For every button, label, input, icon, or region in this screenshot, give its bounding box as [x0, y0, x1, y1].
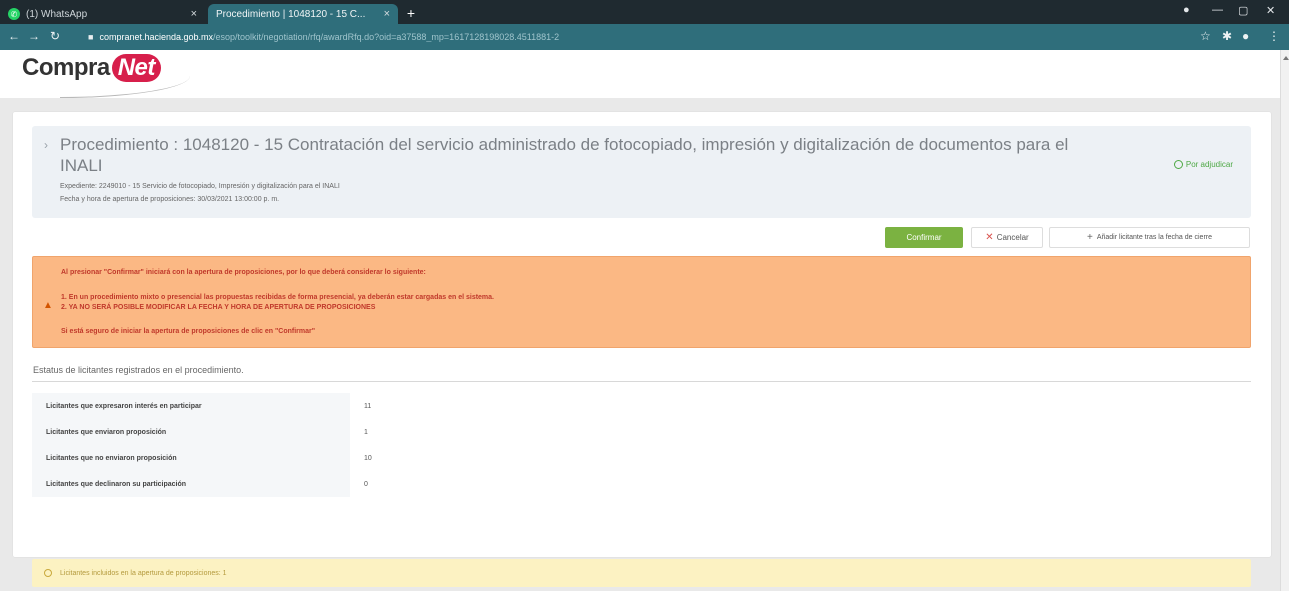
stats-table: Licitantes que expresaron interés en par…: [32, 393, 1251, 497]
logo-swoosh: [60, 76, 190, 98]
close-icon[interactable]: ×: [384, 8, 390, 20]
brand-header: Compra Net: [0, 50, 1280, 98]
row-value: 1: [364, 428, 368, 436]
row-value: 10: [364, 454, 372, 462]
window-close-icon[interactable]: ✕: [1266, 4, 1275, 17]
whatsapp-icon: ✆: [8, 8, 20, 20]
collapse-icon[interactable]: ›: [44, 138, 48, 152]
profile-icon[interactable]: ●: [1242, 29, 1249, 43]
warning-line: 2. YA NO SERÁ POSIBLE MODIFICAR LA FECHA…: [61, 304, 376, 311]
url-path: /esop/toolkit/negotiation/rfq/awardRfq.d…: [213, 31, 560, 42]
confirm-button[interactable]: Confirmar: [885, 227, 963, 248]
url-host: compranet.hacienda.gob.mx: [99, 31, 214, 42]
table-row: Licitantes que no enviaron proposición 1…: [32, 445, 1251, 471]
address-bar[interactable]: ■ compranet.hacienda.gob.mx /esop/toolki…: [88, 27, 1188, 46]
tab-whatsapp[interactable]: ✆ (1) WhatsApp ×: [0, 4, 205, 24]
row-label: Licitantes que expresaron interés en par…: [32, 393, 350, 419]
plus-icon: +: [1086, 232, 1093, 243]
fecha-apertura-text: Fecha y hora de apertura de proposicione…: [60, 196, 280, 203]
table-row: Licitantes que expresaron interés en par…: [32, 393, 1251, 419]
info-alert: Licitantes incluidos en la apertura de p…: [32, 559, 1251, 587]
row-label: Licitantes que enviaron proposición: [32, 419, 350, 445]
row-value: 0: [364, 480, 368, 488]
tab-label: (1) WhatsApp: [26, 8, 88, 20]
page-scrollbar[interactable]: [1280, 50, 1289, 591]
table-row: Licitantes que enviaron proposición 1: [32, 419, 1251, 445]
lock-icon: ■: [88, 31, 94, 42]
row-label: Licitantes que no enviaron proposición: [32, 445, 350, 471]
close-icon[interactable]: ×: [191, 8, 197, 20]
back-icon[interactable]: ←: [8, 29, 20, 43]
info-icon: [44, 569, 52, 577]
forward-icon[interactable]: →: [28, 29, 40, 43]
warning-icon: ▲: [43, 300, 53, 311]
browser-tab-strip: ✆ (1) WhatsApp × Procedimiento | 1048120…: [0, 0, 1289, 24]
info-text: Licitantes incluidos en la apertura de p…: [60, 569, 227, 577]
procedure-header: › Procedimiento : 1048120 - 15 Contratac…: [32, 126, 1251, 218]
extensions-icon[interactable]: ✱: [1222, 29, 1232, 43]
minimize-icon[interactable]: —: [1212, 4, 1223, 16]
table-row: Licitantes que declinaron su participaci…: [32, 471, 1251, 497]
procedure-card: › Procedimiento : 1048120 - 15 Contratac…: [13, 112, 1271, 587]
tab-label: Procedimiento | 1048120 - 15 C...: [216, 8, 366, 20]
expediente-text: Expediente: 2249010 - 15 Servicio de fot…: [60, 183, 340, 190]
reload-icon[interactable]: ↻: [50, 29, 60, 43]
warning-line: Al presionar "Confirmar" iniciará con la…: [61, 269, 426, 276]
browser-toolbar: ← → ↻ ■ compranet.hacienda.gob.mx /esop/…: [0, 24, 1289, 50]
status-badge: Por adjudicar: [1173, 160, 1233, 169]
maximize-icon[interactable]: ▢: [1238, 4, 1248, 17]
section-title: Estatus de licitantes registrados en el …: [33, 365, 244, 375]
profile-dot-icon[interactable]: ●: [1183, 4, 1190, 16]
row-label: Licitantes que declinaron su participaci…: [32, 471, 350, 497]
menu-icon[interactable]: ⋮: [1268, 29, 1280, 43]
new-tab-icon[interactable]: +: [402, 4, 420, 22]
warning-line: 1. En un procedimiento mixto o presencia…: [61, 294, 494, 301]
cancel-button[interactable]: ✕ Cancelar: [971, 227, 1043, 248]
page: Compra Net › Procedimiento : 1048120 - 15…: [0, 50, 1280, 591]
warning-line: Si está seguro de iniciar la apertura de…: [61, 328, 316, 335]
clock-icon: [1173, 160, 1183, 169]
warning-alert: ▲ Al presionar "Confirmar" iniciará con …: [32, 256, 1251, 348]
divider: [32, 381, 1251, 382]
close-icon: ✕: [985, 232, 994, 243]
tab-procedimiento[interactable]: Procedimiento | 1048120 - 15 C... ×: [208, 4, 398, 24]
star-icon[interactable]: ☆: [1200, 29, 1211, 43]
add-bidder-button[interactable]: + Añadir licitante tras la fecha de cier…: [1049, 227, 1250, 248]
page-title: Procedimiento : 1048120 - 15 Contratació…: [60, 135, 1069, 175]
row-value: 11: [364, 402, 372, 410]
